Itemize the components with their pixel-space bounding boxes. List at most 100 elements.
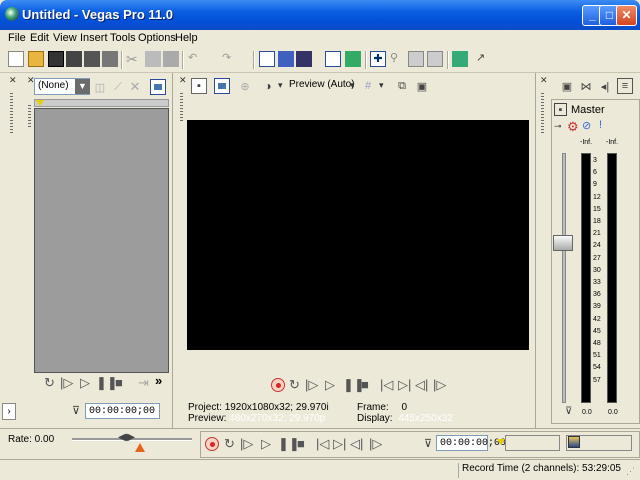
play-from-start-icon[interactable]: |▷ [60, 375, 73, 391]
preview-grip[interactable] [180, 93, 183, 123]
go-to-start-icon[interactable]: |◁ [316, 436, 329, 452]
go-to-end-icon[interactable]: ▷| [333, 436, 346, 452]
snapshot-icon[interactable] [427, 51, 443, 67]
close-button[interactable]: ✕ [616, 5, 637, 26]
external-monitor-icon[interactable] [214, 78, 230, 94]
insert-fx-icon[interactable]: ⊸ [554, 121, 562, 132]
copy-snapshot-icon[interactable]: ⧉ [394, 78, 410, 94]
delete-icon[interactable]: ✕ [127, 79, 143, 95]
menu-options[interactable]: Options [138, 32, 176, 44]
online-help-icon[interactable] [452, 51, 468, 67]
ignore-grouping-icon[interactable] [408, 51, 424, 67]
loop-playback-icon[interactable]: ↻ [289, 377, 300, 393]
fx-icon[interactable]: ⊕ [237, 78, 253, 94]
go-to-end-icon[interactable]: ▷| [398, 377, 411, 393]
resize-grip-icon[interactable]: ⋰ [626, 466, 635, 477]
mixer-grip[interactable] [541, 93, 544, 133]
selection-tool-icon[interactable] [296, 51, 312, 67]
open-icon[interactable] [28, 51, 44, 67]
add-clip-icon[interactable]: ⇥ [138, 375, 149, 391]
render-icon[interactable] [84, 51, 100, 67]
zoom-handle-icon[interactable] [568, 436, 580, 448]
play-from-start-icon[interactable]: |▷ [305, 377, 318, 393]
save-snapshot-icon[interactable]: ▣ [414, 78, 430, 94]
timeline-timecode[interactable]: 00:00:00;00 [436, 435, 506, 451]
downmix-icon[interactable]: ⋈ [578, 78, 594, 94]
close-preview-icon[interactable]: ✕ [179, 75, 187, 86]
menu-tools[interactable]: Tools [110, 32, 136, 44]
chevron-down-icon[interactable]: ▾ [350, 80, 355, 91]
whats-this-icon[interactable]: ↗ [476, 51, 492, 67]
menu-edit[interactable]: Edit [30, 32, 49, 44]
video-preview-screen[interactable] [187, 120, 529, 350]
chevron-down-icon[interactable]: ▼ [75, 79, 90, 94]
menu-help[interactable]: Help [175, 32, 198, 44]
menu-file[interactable]: File [8, 32, 26, 44]
mixer-properties-icon[interactable]: ▣ [559, 78, 575, 94]
previous-frame-icon[interactable]: ◁| [415, 377, 428, 393]
copy-icon[interactable] [145, 51, 161, 67]
previous-frame-icon[interactable]: ◁| [350, 436, 363, 452]
meter-scale-label: 42 [593, 315, 601, 323]
video-properties-icon[interactable]: ▪ [191, 78, 207, 94]
close-panel-icon[interactable]: ✕ [9, 75, 17, 86]
menu-view[interactable]: View [53, 32, 77, 44]
menu-insert[interactable]: Insert [80, 32, 108, 44]
trimmer-ruler[interactable] [34, 99, 169, 107]
chevron-down-icon[interactable]: ▾ [379, 80, 384, 91]
pin-icon[interactable]: ⟋ [110, 79, 126, 95]
chevron-down-icon[interactable]: ▾ [278, 80, 283, 91]
trimmer-timecode[interactable]: 00:00:00;00 [85, 403, 160, 419]
split-screen-icon[interactable]: ◑ [260, 78, 276, 94]
loop-playback-icon[interactable]: ↻ [224, 436, 235, 452]
record-button[interactable] [271, 378, 285, 392]
play-icon[interactable]: ▷ [80, 375, 90, 391]
rate-thumb-icon[interactable]: ◀◆▶ [118, 432, 135, 443]
redo-icon[interactable]: ↷ [222, 51, 238, 67]
properties-icon[interactable] [102, 51, 118, 67]
auto-crossfade-icon[interactable] [345, 51, 361, 67]
next-frame-icon[interactable]: |▷ [433, 377, 446, 393]
more-options-icon[interactable]: » [155, 373, 162, 388]
stop-icon[interactable]: ■ [361, 377, 369, 392]
save-as-icon[interactable] [66, 51, 82, 67]
fx-chain-icon[interactable]: ⚙ [567, 119, 579, 135]
meter-scale-label: 45 [593, 327, 601, 335]
add-to-timeline-icon[interactable]: ◫ [92, 79, 108, 95]
play-from-start-icon[interactable]: |▷ [240, 436, 253, 452]
record-button[interactable] [205, 437, 219, 451]
envelope-tool-icon[interactable] [278, 51, 294, 67]
undo-icon[interactable]: ↶ [188, 51, 204, 67]
play-icon[interactable]: ▷ [261, 436, 271, 452]
stop-icon[interactable]: ■ [115, 375, 123, 390]
mute-icon[interactable]: ⊘ [582, 119, 591, 132]
ripple-edit-icon[interactable]: ✚ [370, 51, 386, 67]
timeline-overview[interactable] [505, 435, 560, 451]
expand-arrow-icon[interactable]: › [2, 403, 16, 420]
loop-icon[interactable]: ↻ [44, 375, 55, 391]
trimmer-grip[interactable] [28, 105, 31, 127]
trimmer-view[interactable] [34, 108, 169, 373]
snapping-icon[interactable] [325, 51, 341, 67]
dock-grip[interactable] [10, 93, 13, 133]
meter-options-icon[interactable]: ≡ [617, 78, 633, 94]
next-frame-icon[interactable]: |▷ [369, 436, 382, 452]
overlays-icon[interactable]: # [360, 78, 376, 94]
stop-icon[interactable]: ■ [297, 436, 305, 451]
normal-edit-tool-icon[interactable] [259, 51, 275, 67]
cut-icon[interactable]: ✂ [126, 51, 142, 67]
master-properties-icon[interactable]: ▪ [554, 103, 567, 116]
paste-icon[interactable] [163, 51, 179, 67]
play-icon[interactable]: ▷ [325, 377, 335, 393]
save-icon[interactable] [48, 51, 64, 67]
go-to-start-icon[interactable]: |◁ [380, 377, 393, 393]
preview-quality-select[interactable]: Preview (Auto) [289, 79, 355, 90]
master-fader[interactable] [553, 235, 573, 251]
show-video-icon[interactable] [150, 79, 166, 95]
lock-envelopes-icon[interactable]: ⚲ [390, 51, 406, 67]
new-icon[interactable] [8, 51, 24, 67]
solo-icon[interactable]: ǃ [599, 119, 602, 131]
close-mixer-icon[interactable]: ✕ [540, 75, 548, 86]
meter-scale-label: 36 [593, 291, 601, 299]
dim-output-icon[interactable]: ◂| [597, 78, 613, 94]
